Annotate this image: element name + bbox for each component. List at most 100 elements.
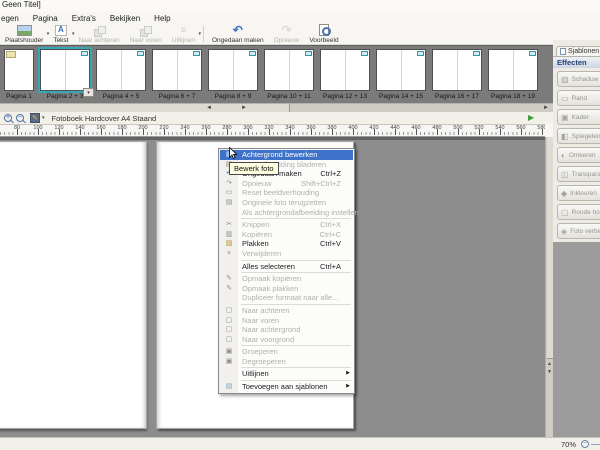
zoom-slider-minus-icon[interactable]: − [581, 440, 589, 448]
layout-indicator-icon [473, 51, 480, 56]
page-thumbnail-pagina-10-11[interactable]: Pagina 10 + 11 [264, 49, 314, 100]
toolbar-opnieuw[interactable]: Opnieuw [269, 24, 305, 44]
toolbar-tekst[interactable]: Tekst▾ [48, 24, 73, 44]
context-menu-item-naar-voorgrond[interactable]: ▢Naar voorgrond [220, 335, 353, 345]
effect-rand[interactable]: Rand [557, 90, 600, 106]
menu-item-label: Verwijderen [242, 249, 281, 258]
toolbar-plaatshouder[interactable]: Plaatshouder▾ [0, 24, 48, 44]
toolbar-uitlijnen[interactable]: Uitlijnen▾ [167, 24, 200, 44]
tab-sjablonen[interactable]: Sjablonen [556, 46, 600, 56]
menu-item-icon: ✎ [222, 274, 236, 284]
page-thumbnail-pagina-18-19[interactable]: Pagina 18 + 19 [488, 49, 538, 100]
effect-omkeren[interactable]: Omkeren [557, 147, 600, 163]
dropdown-arrow-icon[interactable]: ▾ [198, 31, 201, 37]
toolbar-naar-voren[interactable]: Naar voren [125, 24, 167, 44]
page-thumbnail-pagina-2-3[interactable]: Pagina 2 + 3▾ [40, 49, 90, 100]
page-thumbnail-pagina-16-17[interactable]: Pagina 16 + 17 [432, 49, 482, 100]
menu-item-icon: ▢ [222, 316, 236, 326]
scroll-up-arrow-icon[interactable]: ▲ [547, 361, 552, 367]
menu-item-label: Originele foto terugzetten [242, 198, 326, 207]
page-thumbnail-pagina-14-15[interactable]: Pagina 14 + 15 [376, 49, 426, 100]
zoom-in-icon[interactable] [4, 114, 12, 122]
left-page[interactable] [0, 141, 147, 429]
thumbnail-pages [320, 49, 370, 91]
ruler-number: 480 [432, 125, 441, 131]
scroll-down-arrow-icon[interactable]: ▼ [547, 369, 552, 375]
menu-pagina[interactable]: Pagina [26, 14, 65, 23]
menu-item-label: Achtergrond bewerken [242, 150, 317, 159]
effect-inkleuren[interactable]: Inkleuren [557, 185, 600, 201]
effect-ronde-hoeken[interactable]: Ronde hoeken [557, 204, 600, 220]
toolbar-ongedaan-maken[interactable]: Ongedaan maken [207, 24, 269, 44]
page-thumbnail-pagina-1[interactable]: Pagina 1 [4, 49, 34, 100]
menu-item-icon: ✎ [222, 284, 236, 294]
context-menu-item-degroeperen[interactable]: ▣Degroeperen [220, 357, 353, 367]
context-menu-item-naar-achteren[interactable]: ▢Naar achteren [220, 306, 353, 316]
menu-item-label: Reset beeldverhouding [242, 188, 319, 197]
zoom-slider[interactable] [591, 444, 600, 445]
context-menu-item-dupliceer-formaat-naar-alle[interactable]: Dupliceer formaat naar alle... [220, 293, 353, 303]
context-menu-item-reset-beeldverhouding[interactable]: ▭Reset beeldverhouding [220, 188, 353, 198]
canvas-vertical-scrollbar[interactable]: ▲ ▼ [545, 137, 553, 437]
effect-foto-verbeteren[interactable]: Foto verbeteren [557, 223, 600, 239]
menu-extra-s[interactable]: Extra's [65, 14, 103, 23]
page-thumbnail-label: Pagina 2 + 3 [47, 93, 84, 100]
effect-button-label: Schaduw [572, 76, 599, 83]
context-menu-item-opmaak-plakken[interactable]: ✎Opmaak plakken [220, 284, 353, 294]
context-menu-item-originele-foto-terugzetten[interactable]: ▤Originele foto terugzetten [220, 198, 353, 208]
menu-help[interactable]: Help [147, 14, 177, 23]
dropdown-arrow-icon[interactable]: ▾ [42, 115, 45, 121]
tab-label: Sjablonen [568, 48, 599, 55]
thumbnail-pages [488, 49, 538, 91]
context-menu-item-plakken[interactable]: ▨PlakkenCtrl+V [220, 239, 353, 249]
ruler-number: 340 [285, 125, 294, 131]
context-menu-item-achtergrond-bewerken[interactable]: ▦Achtergrond bewerken [220, 150, 353, 160]
context-menu-item-opnieuw[interactable]: ↷OpnieuwShift+Ctrl+Z [220, 179, 353, 189]
menu-bekijken[interactable]: Bekijken [103, 14, 147, 23]
redo-icon [281, 24, 291, 36]
page-thumbnail-strip: Pagina 1Pagina 2 + 3▾Pagina 4 + 5Pagina … [0, 45, 553, 103]
context-menu-item-knippen[interactable]: ✂KnippenCtrl+X [220, 220, 353, 230]
ruler-number: 320 [264, 125, 273, 131]
page-thumbnail-pagina-8-9[interactable]: Pagina 8 + 9 [208, 49, 258, 100]
thumbnail-dropdown-button[interactable]: ▾ [83, 88, 94, 97]
effect-button-label: Transparantie [572, 171, 600, 178]
context-menu-item-naar-achtergrond[interactable]: ▢Naar achtergrond [220, 325, 353, 335]
thumbnail-pages [96, 49, 146, 91]
background-tool-icon[interactable] [30, 113, 40, 123]
toolbar-voorbeeld[interactable]: Voorbeeld [304, 24, 343, 44]
ruler-number: 540 [495, 125, 504, 131]
ruler-number: 240 [180, 125, 189, 131]
toolbar-naar-achteren[interactable]: Naar achteren [73, 24, 124, 44]
effect-schaduw[interactable]: Schaduw [557, 71, 600, 87]
cover-sticker-icon [6, 51, 16, 58]
effect-button-label: Omkeren [569, 152, 596, 159]
effect-spiegelen[interactable]: Spiegelen [557, 128, 600, 144]
thumbnail-scrollbar[interactable]: ◄ ► ► [0, 103, 553, 112]
effect-button-label: Kader [572, 114, 589, 121]
effect-kader[interactable]: Kader [557, 109, 600, 125]
context-menu-item-alles-selecteren[interactable]: Alles selecterenCtrl+A [220, 262, 353, 272]
ruler-number: 400 [348, 125, 357, 131]
context-menu-item-groeperen[interactable]: ▣Groeperen [220, 347, 353, 357]
context-menu-item-opmaak-kopi-ren[interactable]: ✎Opmaak kopiëren [220, 274, 353, 284]
page-thumbnail-pagina-12-13[interactable]: Pagina 12 + 13 [320, 49, 370, 100]
effect-button-label: Ronde hoeken [572, 209, 600, 216]
context-menu-item-verwijderen[interactable]: ×Verwijderen [220, 249, 353, 259]
context-menu-item-kopi-ren[interactable]: ▥KopiërenCtrl+C [220, 230, 353, 240]
menu-item-icon: ↷ [222, 179, 236, 189]
effect-transparantie[interactable]: Transparantie [557, 166, 600, 182]
context-menu-item-naar-voren[interactable]: ▢Naar voren [220, 316, 353, 326]
context-menu-item-toevoegen-aan-sjablonen[interactable]: ▤Toevoegen aan sjablonen▶ [220, 382, 353, 392]
shadow-icon [561, 75, 569, 84]
menu-egen[interactable]: egen [0, 14, 26, 23]
menu-item-label: Alles selecteren [242, 262, 295, 271]
frame-icon [561, 113, 569, 122]
page-thumbnail-pagina-6-7[interactable]: Pagina 6 + 7 [152, 49, 202, 100]
back-icon [93, 25, 106, 36]
zoom-out-icon[interactable] [16, 114, 24, 122]
page-thumbnail-pagina-4-5[interactable]: Pagina 4 + 5 [96, 49, 146, 100]
context-menu-item-uitlijnen[interactable]: Uitlijnen▶ [220, 369, 353, 379]
context-menu-item-als-achtergrondafbeelding-instellen[interactable]: Als achtergrondafbeelding instellen [220, 208, 353, 218]
next-spread-arrow-icon[interactable]: ▶ [528, 113, 534, 123]
